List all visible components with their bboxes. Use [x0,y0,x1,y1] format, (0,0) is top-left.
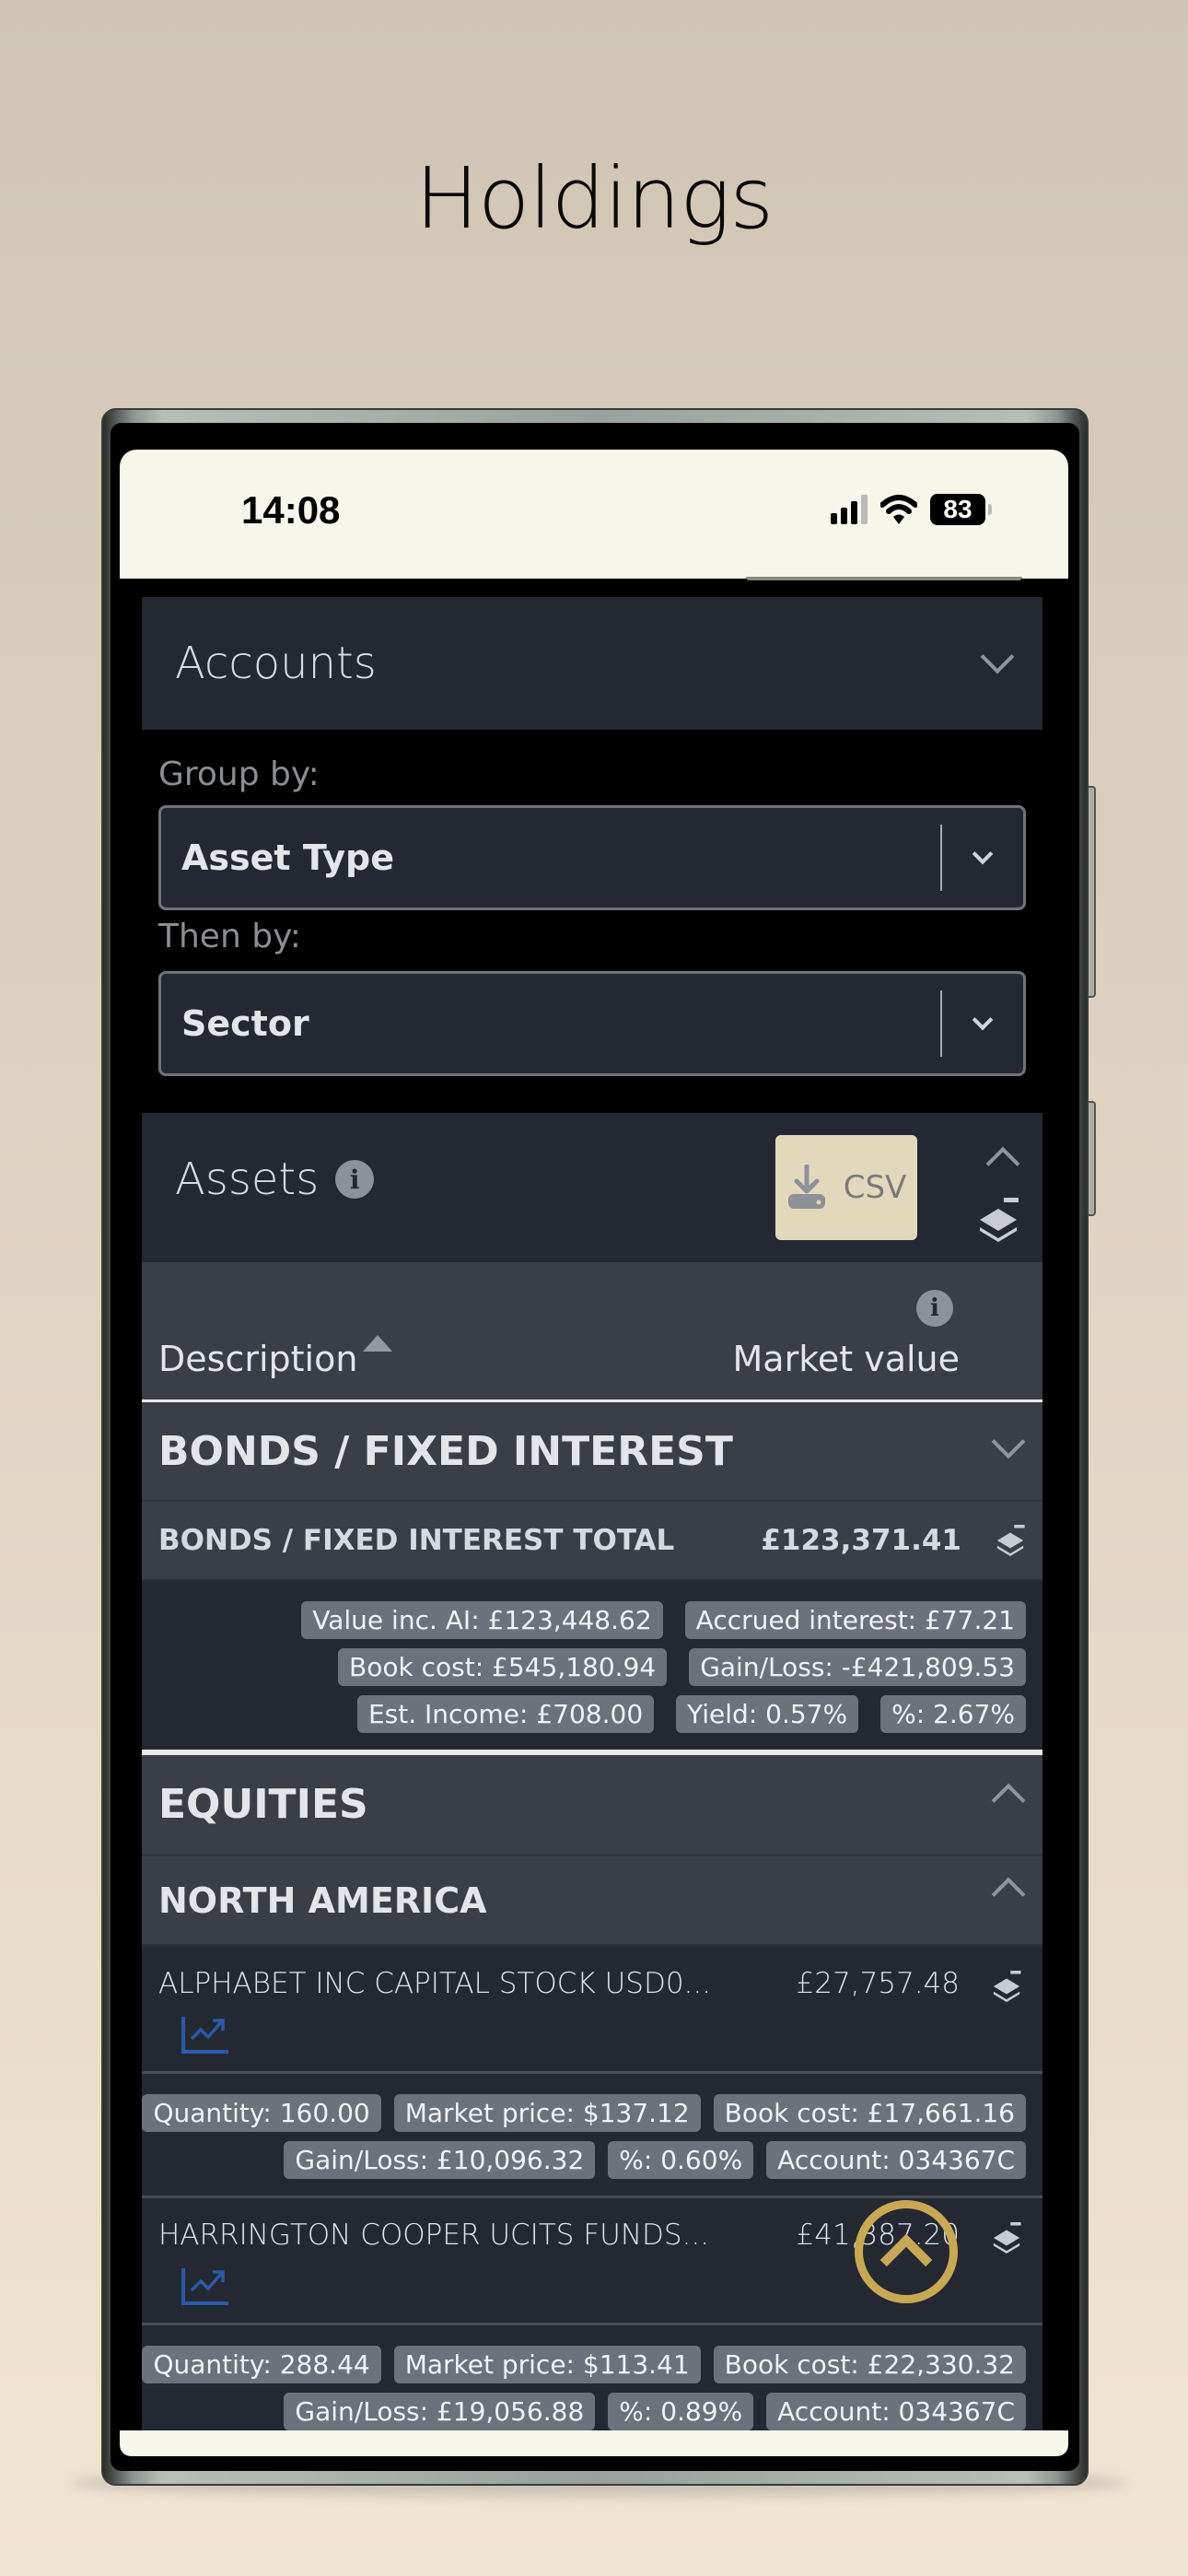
holding-value: £27,757.48 [796,1967,961,2000]
chip-row: Gain/Loss: £10,096.32 %: 0.60% Account: … [158,2141,1026,2179]
chevron-down-icon [942,843,1023,865]
info-icon[interactable]: i [335,1160,375,1199]
accounts-panel[interactable]: Accounts [142,597,1042,730]
chip-market-price: Market price: $113.41 [393,2346,701,2383]
chip-yield: Yield: 0.57% [676,1695,859,1733]
chip-value-inc-ai: Value inc. AI: £123,448.62 [301,1601,663,1639]
chip-account: Account: 034367C [766,2141,1026,2179]
accounts-title: Accounts [175,638,377,689]
chip-est-income: Est. Income: £708.00 [356,1695,655,1733]
layers-icon[interactable] [991,2220,1022,2255]
chevron-up-icon [991,1783,1026,1817]
chevron-down-icon [991,1424,1026,1459]
then-by-value: Sector [181,1003,309,1044]
group-total-label: BONDS / FIXED INTEREST TOTAL [158,1524,675,1557]
info-icon[interactable]: i [916,1290,953,1327]
chip-book-cost: Book cost: £22,330.32 [713,2346,1026,2383]
csv-label: CSV [843,1169,907,1206]
status-icons: 83 [831,494,992,525]
price-chart-icon[interactable] [181,2015,230,2055]
sort-ascending-icon [363,1335,393,1352]
group-header-bonds[interactable]: BONDS / FIXED INTEREST [142,1402,1042,1502]
then-by-select[interactable]: Sector [158,971,1026,1076]
market-value-info[interactable]: i [916,1290,953,1327]
volume-button [1089,786,1096,998]
battery-icon: 83 [930,494,992,525]
group-name: BONDS / FIXED INTEREST [158,1427,733,1475]
group-by-label: Group by: [158,755,320,793]
table-header: Description i Market value [142,1262,1042,1402]
chevron-up-icon [991,1877,1026,1911]
status-time: 14:08 [241,488,341,532]
chip-percent: %: 0.89% [608,2393,754,2430]
group-by-value: Asset Type [181,837,394,878]
phone-screen: 14:08 83 Accounts Group by: Asset Type T… [120,450,1068,2456]
chip-row: Book cost: £545,180.94 Gain/Loss: -£421,… [158,1648,1026,1686]
description-label: Description [158,1339,358,1379]
group-summary-chips: Value inc. AI: £123,448.62 Accrued inter… [142,1581,1042,1755]
assets-title: Assets [175,1153,320,1205]
chip-percent: %: 0.60% [608,2141,754,2179]
signal-icon [831,495,868,524]
csv-download-button[interactable]: CSV [775,1135,917,1240]
page-title: Holdings [414,149,774,248]
chevron-down-icon [942,1009,1023,1031]
chip-gain-loss: Gain/Loss: -£421,809.53 [689,1648,1026,1686]
chip-quantity: Quantity: 288.44 [142,2346,381,2383]
chevron-up-icon [985,1146,1020,1181]
power-button [1089,1101,1096,1216]
wifi-icon [880,495,917,524]
chip-gain-loss: Gain/Loss: £19,056.88 [284,2393,596,2430]
subgroup-header-north-america[interactable]: NORTH AMERICA [142,1856,1042,1947]
assets-collapse-toggle[interactable] [985,1141,1020,1181]
holdings-content: Accounts Group by: Asset Type Then by: S… [142,597,1042,2450]
group-name: EQUITIES [158,1781,368,1828]
chevron-down-icon[interactable] [980,639,1015,674]
assets-panel: Assets i CSV [142,1113,1042,1262]
layers-icon[interactable] [995,1523,1026,1558]
group-total-row: BONDS / FIXED INTEREST TOTAL £123,371.41 [142,1502,1042,1581]
assets-title-wrap: Assets i [175,1153,375,1205]
chip-accrued-interest: Accrued interest: £77.21 [684,1601,1026,1639]
group-header-equities[interactable]: EQUITIES [142,1755,1042,1856]
group-by-select[interactable]: Asset Type [158,805,1026,910]
chip-book-cost: Book cost: £17,661.16 [713,2094,1026,2132]
then-by-label: Then by: [158,918,301,955]
group-total-value: £123,371.41 [761,1524,961,1557]
holding-name: ALPHABET INC CAPITAL STOCK USD0... [158,1967,712,2000]
chip-row: Est. Income: £708.00 Yield: 0.57% %: 2.6… [158,1695,1026,1733]
holding-detail-chips: Quantity: 160.00 Market price: $137.12 B… [142,2074,1042,2198]
subgroup-name: NORTH AMERICA [158,1879,487,1921]
layers-icon[interactable] [991,1969,1022,2004]
home-indicator-bar [120,2430,1068,2456]
chip-percent: %: 2.67% [880,1695,1026,1733]
chip-row: Quantity: 160.00 Market price: $137.12 B… [142,2094,1026,2132]
chip-gain-loss: Gain/Loss: £10,096.32 [284,2141,596,2179]
chip-market-price: Market price: $137.12 [393,2094,701,2132]
chip-row: Quantity: 288.44 Market price: $113.41 B… [142,2346,1026,2383]
holding-name: HARRINGTON COOPER UCITS FUNDS... [158,2219,710,2252]
download-icon [787,1165,825,1209]
column-header-market-value[interactable]: Market value [733,1339,961,1379]
column-header-description[interactable]: Description [158,1335,393,1379]
chip-quantity: Quantity: 160.00 [142,2094,381,2132]
scroll-to-top-button[interactable] [855,2200,958,2303]
collapse-all-layers-icon[interactable] [976,1196,1020,1244]
price-chart-icon[interactable] [181,2266,230,2307]
chevron-up-icon [879,2233,933,2287]
chip-account: Account: 034367C [766,2393,1026,2430]
holding-row[interactable]: ALPHABET INC CAPITAL STOCK USD0... £27,7… [142,1947,1042,2074]
chip-book-cost: Book cost: £545,180.94 [338,1648,668,1686]
dynamic-island-edge [746,577,1022,580]
chip-row: Value inc. AI: £123,448.62 Accrued inter… [158,1601,1026,1639]
status-bar: 14:08 83 [120,450,1068,580]
chip-row: Gain/Loss: £19,056.88 %: 0.89% Account: … [158,2393,1026,2430]
